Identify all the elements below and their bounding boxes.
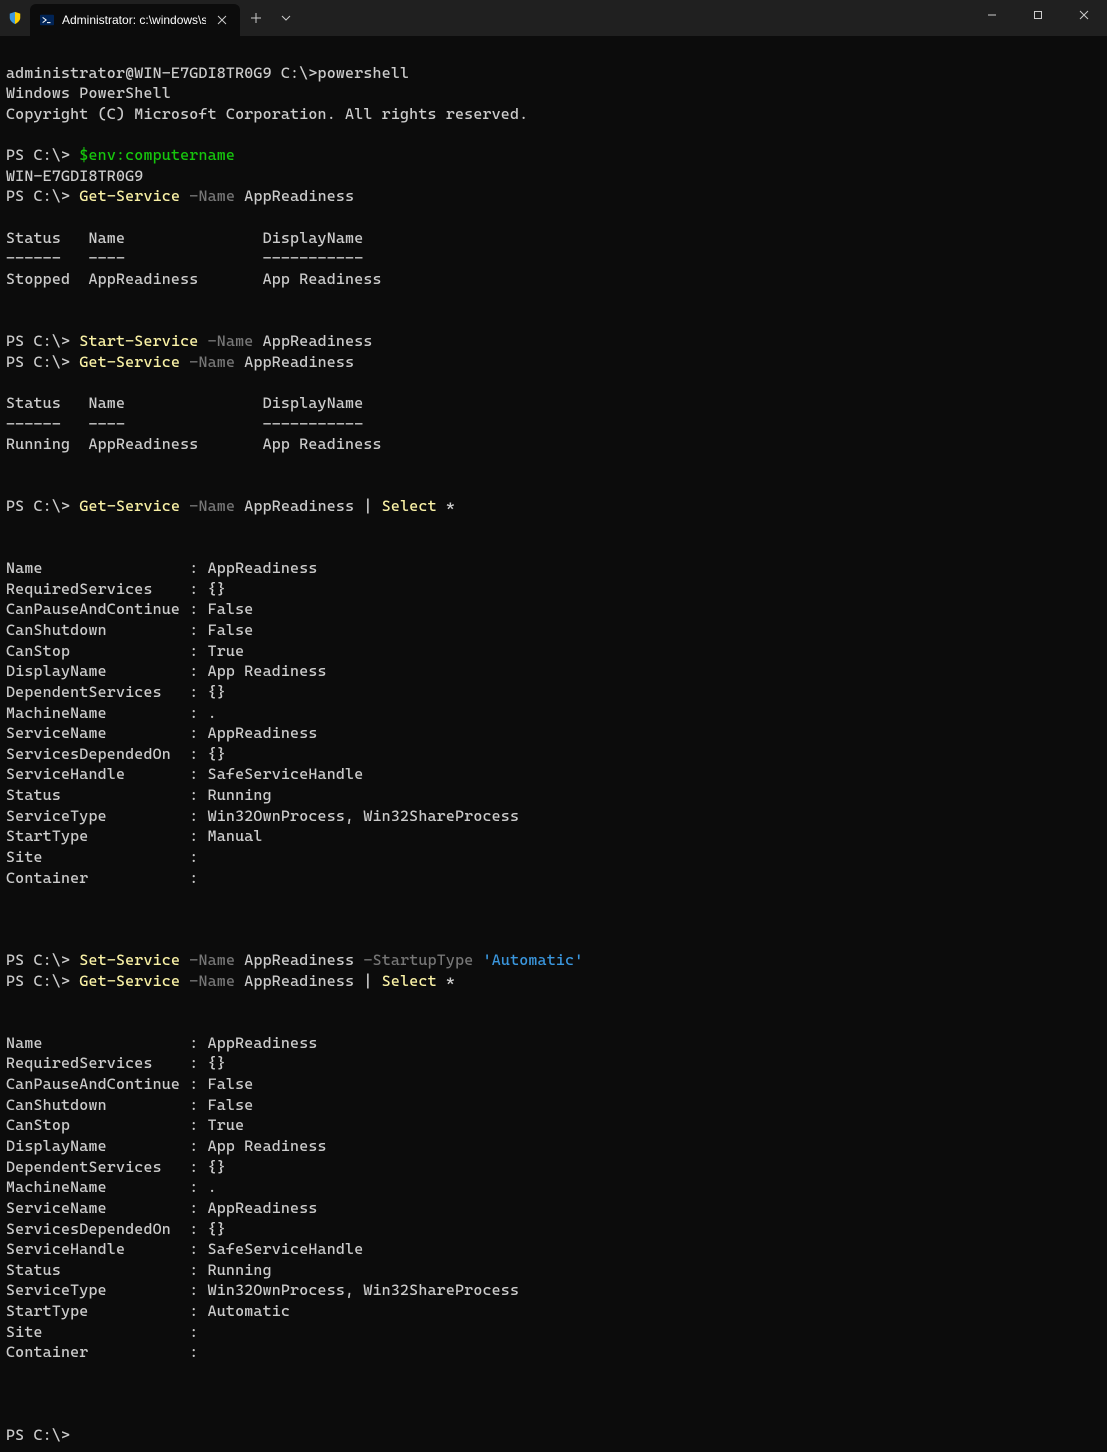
cmd-get-service: Get-Service [79, 187, 180, 205]
detail-line: RequiredServices : {} [6, 580, 226, 598]
close-window-button[interactable] [1061, 0, 1107, 30]
detail-line: DependentServices : {} [6, 683, 226, 701]
ps-prompt: PS C:\> [6, 146, 70, 164]
pipe: | [354, 497, 382, 515]
detail-line: Status : Running [6, 1261, 272, 1279]
param-name: -Name [189, 353, 235, 371]
powershell-icon [40, 13, 54, 27]
param-name: -Name [189, 497, 235, 515]
detail-line: CanShutdown : False [6, 1096, 253, 1114]
minimize-button[interactable] [969, 0, 1015, 30]
detail-line: Status : Running [6, 786, 272, 804]
window-controls [969, 0, 1107, 30]
detail-line: ServiceType : Win32OwnProcess, Win32Shar… [6, 1281, 519, 1299]
new-tab-button[interactable] [240, 2, 272, 34]
ps-prompt: PS C:\> [6, 1426, 70, 1444]
ps-prompt: PS C:\> [6, 187, 70, 205]
ps-prompt: PS C:\> [6, 332, 70, 350]
arg: AppReadiness [244, 187, 354, 205]
out-env: WIN-E7GDI8TR0G9 [6, 167, 143, 185]
param-name: -Name [189, 951, 235, 969]
param-startuptype: -StartupType [363, 951, 473, 969]
detail-line: ServicesDependedOn : {} [6, 745, 226, 763]
table-div: ------ ---- ----------- [6, 415, 363, 433]
banner-2: Copyright (C) Microsoft Corporation. All… [6, 105, 528, 123]
star: * [437, 972, 455, 990]
arg: AppReadiness [244, 353, 354, 371]
arg: AppReadiness [244, 972, 354, 990]
detail-line: CanStop : True [6, 642, 244, 660]
ps-prompt: PS C:\> [6, 497, 70, 515]
ps-prompt: PS C:\> [6, 951, 70, 969]
detail-line: CanShutdown : False [6, 621, 253, 639]
arg: AppReadiness [263, 332, 373, 350]
pipe: | [354, 972, 382, 990]
detail-line: DependentServices : {} [6, 1158, 226, 1176]
param-name: -Name [189, 187, 235, 205]
titlebar: Administrator: c:\windows\sy [0, 0, 1107, 36]
detail-line: CanPauseAndContinue : False [6, 1075, 253, 1093]
detail-line: ServiceHandle : SafeServiceHandle [6, 765, 363, 783]
initial-cmd: powershell [318, 64, 410, 82]
table-row: Stopped AppReadiness App Readiness [6, 270, 382, 288]
detail-line: ServiceHandle : SafeServiceHandle [6, 1240, 363, 1258]
detail-line: MachineName : . [6, 1178, 217, 1196]
arg: AppReadiness [244, 497, 354, 515]
cmd-select: Select [382, 972, 437, 990]
detail-line: Site : [6, 848, 198, 866]
table-header: Status Name DisplayName [6, 394, 363, 412]
cmd-set-service: Set-Service [79, 951, 180, 969]
ps-prompt: PS C:\> [6, 972, 70, 990]
detail-line: RequiredServices : {} [6, 1054, 226, 1072]
arg: AppReadiness [244, 951, 354, 969]
detail-line: Container : [6, 1343, 198, 1361]
tab-title: Administrator: c:\windows\sy [62, 13, 206, 27]
star: * [437, 497, 455, 515]
detail-line: StartType : Manual [6, 827, 263, 845]
tab-dropdown-button[interactable] [272, 2, 300, 34]
cmd-start-service: Start-Service [79, 332, 198, 350]
detail-line: CanStop : True [6, 1116, 244, 1134]
maximize-button[interactable] [1015, 0, 1061, 30]
detail-line: Site : [6, 1323, 198, 1341]
cmd-get-service: Get-Service [79, 497, 180, 515]
detail-line: DisplayName : App Readiness [6, 1137, 327, 1155]
detail-line: ServiceName : AppReadiness [6, 724, 318, 742]
detail-line: Name : AppReadiness [6, 1034, 318, 1052]
active-tab[interactable]: Administrator: c:\windows\sy [30, 4, 240, 36]
cmd-env: $env:computername [79, 146, 235, 164]
close-tab-button[interactable] [214, 12, 230, 28]
table-row: Running AppReadiness App Readiness [6, 435, 382, 453]
detail-line: ServiceName : AppReadiness [6, 1199, 318, 1217]
initial-prompt: administrator@WIN-E7GDI8TR0G9 C:\> [6, 64, 318, 82]
cmd-get-service: Get-Service [79, 972, 180, 990]
detail-line: ServicesDependedOn : {} [6, 1220, 226, 1238]
detail-line: Container : [6, 869, 198, 887]
detail-line: DisplayName : App Readiness [6, 662, 327, 680]
uac-shield-icon [0, 0, 30, 36]
table-div: ------ ---- ----------- [6, 249, 363, 267]
detail-line: CanPauseAndContinue : False [6, 600, 253, 618]
param-name: -Name [208, 332, 254, 350]
detail-line: ServiceType : Win32OwnProcess, Win32Shar… [6, 807, 519, 825]
ps-prompt: PS C:\> [6, 353, 70, 371]
table-header: Status Name DisplayName [6, 229, 363, 247]
cmd-select: Select [382, 497, 437, 515]
detail-line: Name : AppReadiness [6, 559, 318, 577]
terminal-output[interactable]: administrator@WIN-E7GDI8TR0G9 C:\>powers… [0, 36, 1107, 1452]
detail-line: StartType : Automatic [6, 1302, 290, 1320]
param-name: -Name [189, 972, 235, 990]
detail-line: MachineName : . [6, 704, 217, 722]
banner-1: Windows PowerShell [6, 84, 171, 102]
cmd-get-service: Get-Service [79, 353, 180, 371]
arg-auto: 'Automatic' [483, 951, 584, 969]
